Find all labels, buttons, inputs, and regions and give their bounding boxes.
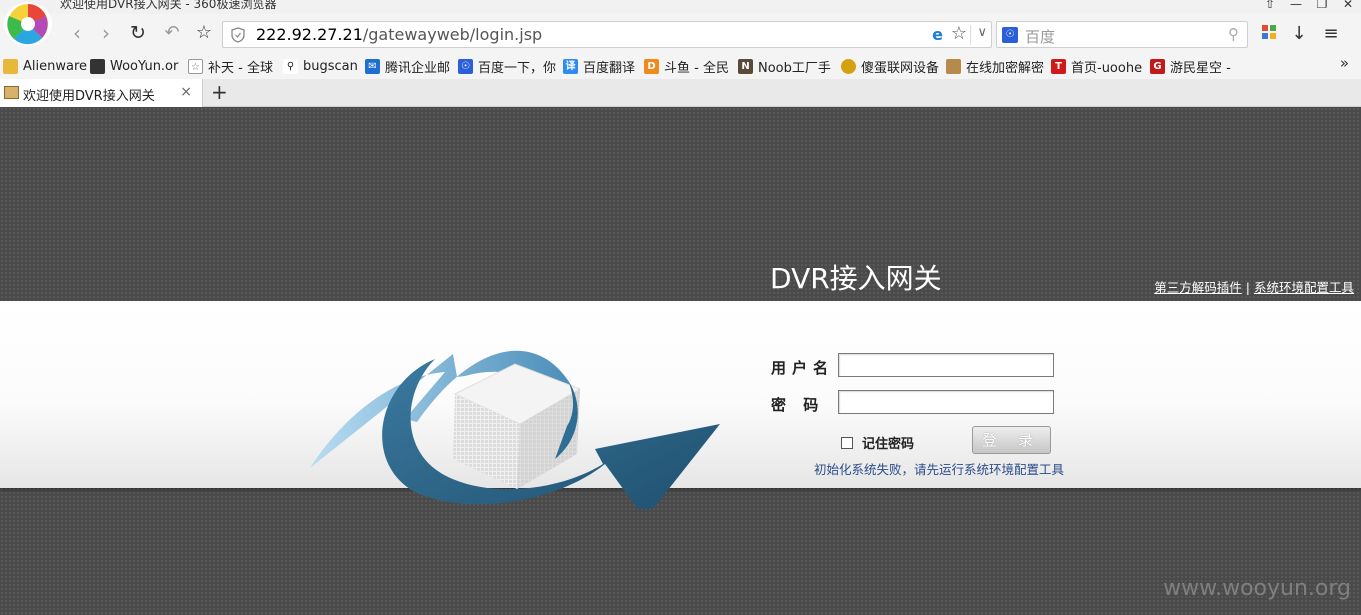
bookmark-label: 傻蛋联网设备 <box>861 60 940 76</box>
bookmark-label: 首页-uoohe <box>1071 60 1143 76</box>
shodan-icon <box>841 58 856 74</box>
search-box[interactable]: ☉ 百度 ⚲ <box>996 21 1248 48</box>
more-bookmarks-icon[interactable]: » <box>1340 54 1349 72</box>
bookmark-item[interactable]: ⚲ bugscan <box>283 55 358 77</box>
uoohe-icon: T <box>1051 58 1066 74</box>
chevron-down-icon[interactable]: ∨ <box>977 25 987 40</box>
header-links: 第三方解码插件 | 系统环境配置工具 <box>1154 277 1354 296</box>
window-controls: ⇧ — ❐ ✕ <box>1257 0 1361 13</box>
bookmark-label: WooYun.or <box>110 58 179 74</box>
apps-grid-icon[interactable] <box>1259 24 1279 44</box>
bookmark-label: 百度一下，你 <box>478 60 557 76</box>
url-text[interactable]: 222.92.27.21/gatewayweb/login.jsp <box>256 25 542 44</box>
window-title: 欢迎使用DVR接入网关 - 360极速浏览器 <box>60 0 277 11</box>
link-separator: | <box>1245 280 1250 295</box>
url-path: /gatewayweb/login.jsp <box>362 25 543 44</box>
login-button[interactable]: 登 录 <box>972 426 1051 454</box>
remember-password-checkbox[interactable] <box>841 436 853 449</box>
ie-engine-icon[interactable]: e <box>932 25 943 44</box>
navigation-bar: ‹ › ↻ ↶ ☆ 222.92.27.21/gatewayweb/login.… <box>0 14 1361 54</box>
search-placeholder[interactable]: 百度 <box>1025 26 1055 47</box>
search-icon[interactable]: ⚲ <box>1228 25 1239 43</box>
bookmark-item[interactable]: ☉ 百度一下，你 <box>458 55 556 77</box>
bookmark-label: Noob工厂手 <box>758 60 831 76</box>
url-host: 222.92.27.21 <box>256 25 363 44</box>
bookmark-item[interactable]: Alienware <box>3 55 87 77</box>
remember-password-label: 记住密码 <box>862 437 915 452</box>
bookmark-item[interactable]: 在线加密解密 <box>946 55 1044 77</box>
undo-close-icon[interactable]: ↶ <box>161 22 183 44</box>
tab-title: 欢迎使用DVR接入网关 <box>23 89 155 104</box>
folder-icon <box>3 58 18 74</box>
close-window-button[interactable]: ✕ <box>1335 0 1361 13</box>
page-favicon-icon <box>4 86 19 99</box>
pin-window-button[interactable]: ⇧ <box>1257 0 1283 13</box>
douyu-icon: D <box>644 58 659 74</box>
baidu-paw-icon: ☉ <box>1002 27 1018 43</box>
page-title: DVR接入网关 <box>770 262 942 295</box>
baidu-icon: ☉ <box>458 58 473 74</box>
baidu-translate-icon: 译 <box>563 58 578 74</box>
env-config-tool-link[interactable]: 系统环境配置工具 <box>1254 280 1354 295</box>
back-icon[interactable]: ‹ <box>66 22 88 44</box>
bookmark-item[interactable]: G 游民星空 - <box>1150 55 1231 77</box>
bookmark-item[interactable]: T 首页-uoohe <box>1051 55 1142 77</box>
bugscan-icon: ⚲ <box>283 58 298 74</box>
watermark: www.wooyun.org <box>1163 576 1351 601</box>
page-content: DVR接入网关 第三方解码插件 | 系统环境配置工具 用户名 密 码 记住密码 登 … <box>0 107 1361 615</box>
bookmark-label: 斗鱼 - 全民 <box>664 60 729 76</box>
bookmark-item[interactable]: 译百度翻译 <box>563 55 635 77</box>
address-bar[interactable]: 222.92.27.21/gatewayweb/login.jsp e ☆ ∨ <box>222 21 992 48</box>
forward-icon[interactable]: › <box>95 22 117 44</box>
bookmark-label: 在线加密解密 <box>966 60 1045 76</box>
noob-icon: N <box>738 58 753 74</box>
browser-logo-icon[interactable] <box>4 2 52 46</box>
bookmark-label: Alienware <box>23 58 88 74</box>
wooyun-icon <box>90 58 105 74</box>
download-icon[interactable]: ↓ <box>1289 24 1309 44</box>
minimize-button[interactable]: — <box>1283 0 1309 13</box>
butian-icon: ☆ <box>188 58 203 74</box>
window-titlebar: 欢迎使用DVR接入网关 - 360极速浏览器 ⇧ — ❐ ✕ <box>0 0 1361 14</box>
bookmark-label: bugscan <box>303 58 358 74</box>
remember-password-option[interactable]: 记住密码 <box>841 433 914 452</box>
maximize-button[interactable]: ❐ <box>1309 0 1335 13</box>
reload-icon[interactable]: ↻ <box>127 22 149 44</box>
tab-active[interactable]: 欢迎使用DVR接入网关 × <box>0 79 203 107</box>
decoder-plugin-link[interactable]: 第三方解码插件 <box>1154 280 1242 295</box>
username-input[interactable] <box>838 353 1054 377</box>
new-tab-button[interactable]: + <box>211 80 228 104</box>
bookmark-item[interactable]: ✉ 腾讯企业邮 <box>365 55 450 77</box>
bookmark-item[interactable]: 傻蛋联网设备 <box>841 55 939 77</box>
bookmark-item[interactable]: ☆ 补天 - 全球 <box>188 55 273 77</box>
bookmark-label: 补天 - 全球 <box>208 60 273 76</box>
tab-bar: 欢迎使用DVR接入网关 × + <box>0 79 1361 107</box>
bookmark-label: 百度翻译 <box>583 60 636 76</box>
bookmark-item[interactable]: D 斗鱼 - 全民 <box>644 55 729 77</box>
address-divider <box>970 25 971 45</box>
bookmarks-bar: Alienware WooYun.or ☆ 补天 - 全球 ⚲ bugscan ✉ 腾… <box>0 54 1361 79</box>
tencent-mail-icon: ✉ <box>365 58 380 74</box>
password-label: 密 码 <box>771 396 825 414</box>
bookmark-label: 腾讯企业邮 <box>385 60 451 76</box>
bookmark-item[interactable]: WooYun.or <box>90 55 178 77</box>
gamersky-icon: G <box>1150 58 1165 74</box>
menu-icon[interactable]: ≡ <box>1321 24 1341 44</box>
close-tab-icon[interactable]: × <box>180 84 192 100</box>
password-input[interactable] <box>838 390 1054 414</box>
bookmark-label: 游民星空 - <box>1170 60 1231 76</box>
security-shield-icon[interactable] <box>231 27 245 43</box>
bookmark-item[interactable]: N Noob工厂手 <box>738 55 831 77</box>
username-label: 用户名 <box>771 359 835 377</box>
favorite-star-icon[interactable]: ☆ <box>193 22 215 44</box>
network-cube-logo-icon <box>310 350 720 509</box>
bookmark-star-icon[interactable]: ☆ <box>951 23 967 44</box>
status-message: 初始化系统失败，请先运行系统环境配置工具 <box>814 462 1065 477</box>
crypto-icon <box>946 58 961 74</box>
